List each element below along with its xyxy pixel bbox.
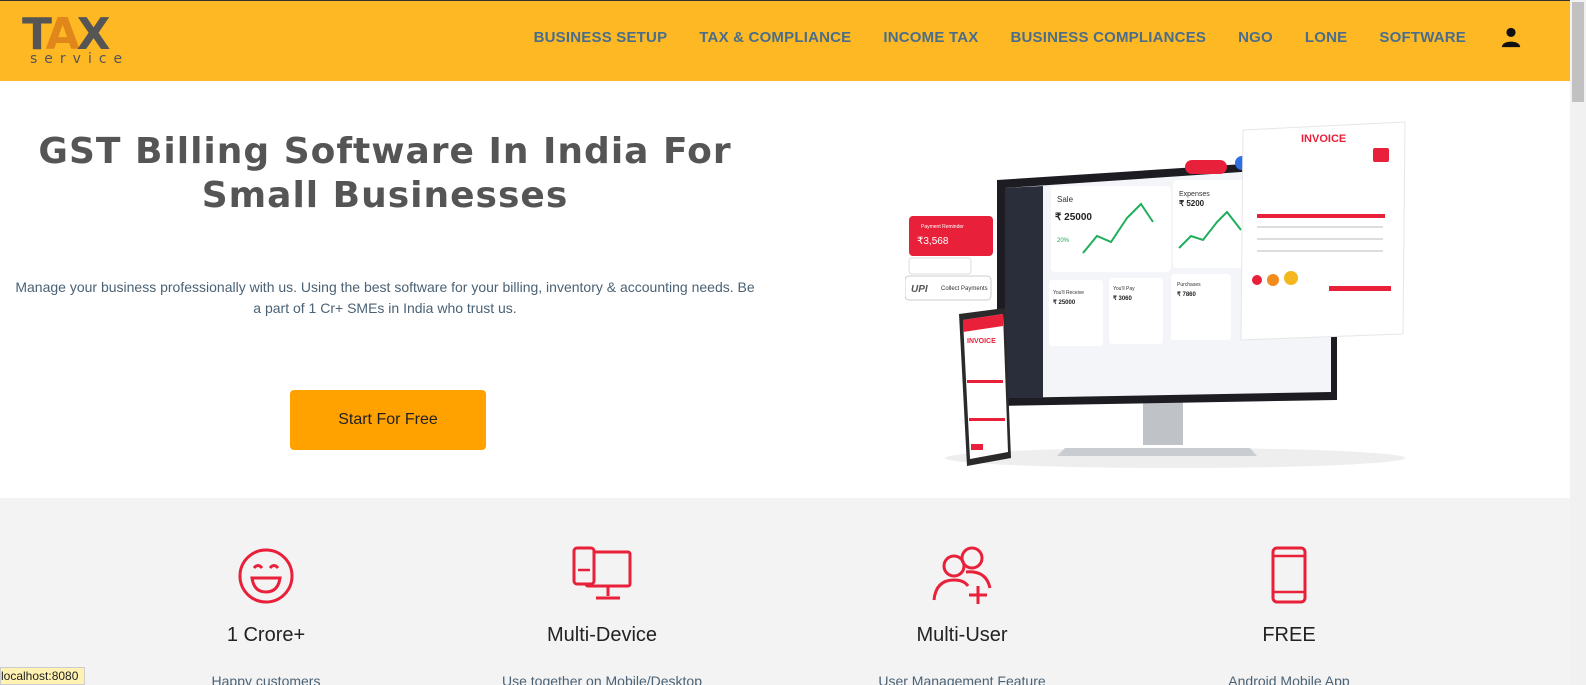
purchases-amount: ₹ 7860 (1177, 291, 1196, 298)
nav-lone[interactable]: LONE (1289, 29, 1363, 46)
invoice-line (1257, 226, 1383, 228)
sale-amount: ₹ 25000 (1055, 212, 1092, 223)
payment-reminder-card: Payment Reminder ₹3,568 UPI Collect Paym… (905, 216, 993, 301)
feature-description: Happy customers (211, 673, 321, 685)
invoice-document: INVOICE (1240, 121, 1406, 341)
receive-label: You'll Receive (1053, 290, 1084, 296)
nav-business-setup[interactable]: BUSINESS SETUP (518, 29, 684, 46)
software-illustration: Sale ₹ 25000 20% Expenses ₹ 5200 You'll … (905, 121, 1406, 468)
invoice-line (1257, 238, 1383, 240)
main-nav: BUSINESS SETUP TAX & COMPLIANCE INCOME T… (518, 1, 1522, 73)
sale-label: Sale (1057, 195, 1074, 204)
invoice-line (1257, 250, 1383, 252)
user-icon[interactable] (1500, 26, 1522, 48)
site-logo[interactable]: TAX service (22, 11, 132, 71)
status-bar-url: localhost:8080 (0, 667, 86, 685)
nav-income-tax[interactable]: INCOME TAX (867, 29, 994, 46)
purchases-label: Purchases (1177, 282, 1201, 288)
monitor-base (1057, 448, 1257, 456)
feature-description: Use together on Mobile/Desktop (502, 673, 702, 685)
multi-user-icon (932, 546, 992, 604)
smiley-icon (238, 548, 294, 604)
expenses-label: Expenses (1179, 191, 1210, 198)
invoice-total-bar (1329, 286, 1391, 291)
payment-reminder-label: Payment Reminder (921, 224, 964, 230)
nav-ngo[interactable]: NGO (1222, 29, 1289, 46)
feature-title: Multi-Device (546, 624, 658, 646)
invoice-header-bar (1257, 214, 1385, 218)
sale-growth: 20% (1057, 238, 1070, 244)
phone-bar (969, 418, 1005, 421)
nav-tax-compliance[interactable]: TAX & COMPLIANCE (683, 29, 867, 46)
invoice-logo (1373, 148, 1389, 162)
logo-subtitle: service (30, 51, 130, 67)
receive-amount: ₹ 25000 (1053, 299, 1076, 306)
phone-invoice-title: INVOICE (967, 338, 996, 345)
hero-title: GST Billing Software In India For Small … (38, 131, 732, 216)
feature-title: 1 Crore+ (226, 624, 306, 646)
upi-label: UPI (911, 284, 928, 295)
color-dot-yellow (1284, 271, 1298, 285)
feature-free: FREE Android Mobile App (1159, 546, 1419, 685)
feature-multi-device: Multi-Device Use together on Mobile/Desk… (472, 546, 732, 685)
phone-mockup: INVOICE (959, 308, 1011, 466)
feature-customers: 1 Crore+ Happy customers (136, 546, 396, 685)
mobile-icon (1271, 546, 1307, 604)
invoice-title: INVOICE (1301, 133, 1346, 145)
expenses-amount: ₹ 5200 (1179, 199, 1205, 208)
color-dot-red (1252, 275, 1262, 285)
add-sale-button-graphic (1185, 160, 1227, 174)
feature-multi-user: Multi-User User Management Feature (832, 546, 1092, 685)
phone-bar (967, 380, 1003, 383)
feature-title: FREE (1262, 624, 1316, 646)
feature-title: Multi-User (916, 624, 1008, 646)
vertical-scrollbar[interactable] (1570, 0, 1586, 685)
features-section: 1 Crore+ Happy customers Multi-Device Us… (0, 498, 1570, 685)
feature-description: Android Mobile App (1228, 673, 1350, 685)
pay-amount: ₹ 3060 (1113, 295, 1132, 302)
collect-payments-label: Collect Payments (941, 286, 988, 292)
pay-label: You'll Pay (1113, 286, 1135, 292)
hero-description: Manage your business professionally with… (15, 279, 755, 316)
page: TAX service BUSINESS SETUP TAX & COMPLIA… (0, 0, 1586, 685)
start-for-free-button[interactable]: Start For Free (290, 390, 486, 450)
nav-business-compliances[interactable]: BUSINESS COMPLIANCES (994, 29, 1222, 46)
scrollbar-thumb[interactable] (1572, 2, 1584, 102)
payment-amount: ₹3,568 (917, 236, 949, 247)
color-dot-orange (1267, 274, 1279, 286)
nav-software[interactable]: SOFTWARE (1363, 29, 1482, 46)
multi-device-icon (572, 546, 632, 600)
feature-description: User Management Feature (878, 673, 1046, 685)
phone-button (971, 444, 983, 450)
site-header: TAX service BUSINESS SETUP TAX & COMPLIA… (0, 0, 1570, 81)
